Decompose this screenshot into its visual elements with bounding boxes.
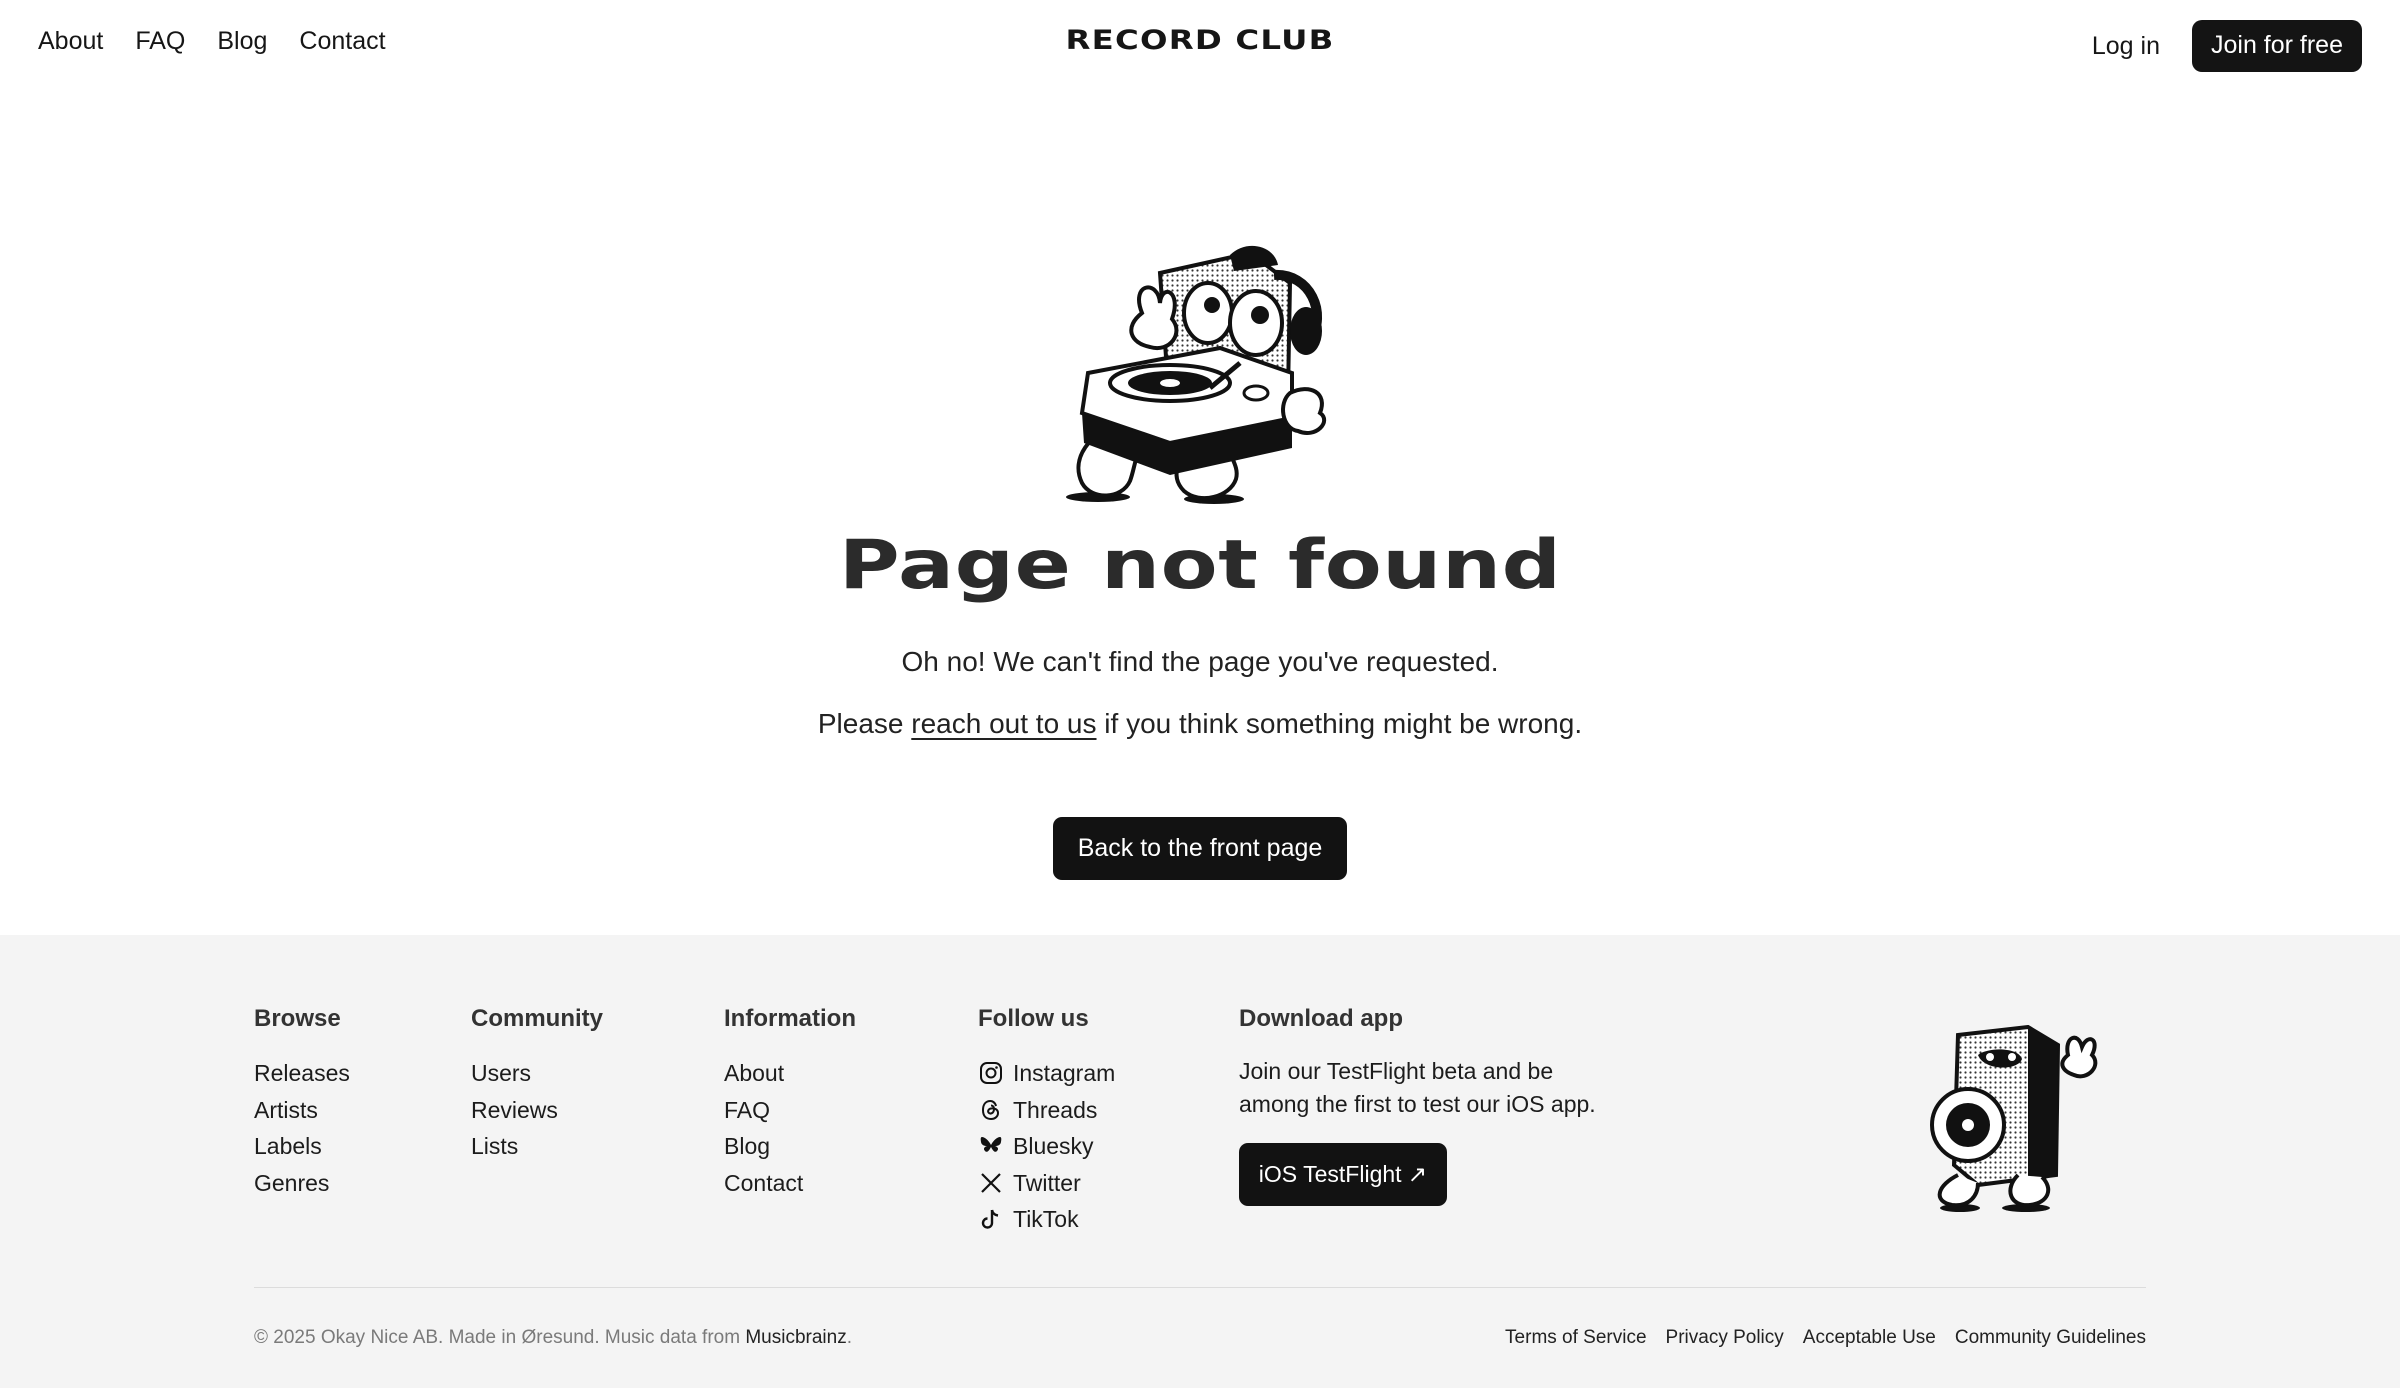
terms-of-service-link[interactable]: Terms of Service: [1505, 1327, 1646, 1349]
testflight-description: Join our TestFlight beta and be among th…: [1239, 1058, 1596, 1117]
footer-link-genres[interactable]: Genres: [254, 1165, 329, 1202]
footer-follow-heading: Follow us: [978, 1005, 1089, 1032]
twitter-x-icon: [978, 1170, 1003, 1195]
footer-information-column: Information About FAQ Blog Contact: [724, 1005, 856, 1201]
footer-link-users[interactable]: Users: [471, 1055, 531, 1092]
copyright-end: .: [846, 1327, 852, 1348]
footer-link-instagram[interactable]: Instagram: [1013, 1055, 1115, 1092]
bluesky-icon: [978, 1134, 1003, 1159]
turntable-mascot-illustration: [1066, 245, 1327, 504]
footer-link-contact[interactable]: Contact: [724, 1165, 803, 1202]
footer-link-lists[interactable]: Lists: [471, 1128, 518, 1165]
footer-link-reviews[interactable]: Reviews: [471, 1092, 558, 1129]
footer-link-blog[interactable]: Blog: [724, 1128, 770, 1165]
nav-faq-link[interactable]: FAQ: [135, 27, 185, 56]
footer-link-threads[interactable]: Threads: [1013, 1092, 1097, 1129]
threads-icon: [978, 1097, 1003, 1122]
site-footer: Browse Releases Artists Labels Genres Co…: [0, 935, 2400, 1388]
footer-community-heading: Community: [471, 1005, 603, 1032]
community-guidelines-link[interactable]: Community Guidelines: [1955, 1327, 2146, 1349]
footer-link-artists[interactable]: Artists: [254, 1092, 318, 1129]
tiktok-icon: [978, 1207, 1003, 1232]
footer-follow-column: Follow us Instagram Threads Bluesky Twit…: [978, 1005, 1115, 1238]
legal-links: Terms of Service Privacy Policy Acceptab…: [1505, 1327, 2146, 1349]
footer-divider: [254, 1287, 2146, 1288]
footer-link-releases[interactable]: Releases: [254, 1055, 350, 1092]
footer-browse-column: Browse Releases Artists Labels Genres: [254, 1005, 350, 1201]
login-link[interactable]: Log in: [2092, 32, 2160, 61]
not-found-message: Oh no! We can't find the page you've req…: [901, 646, 1499, 677]
footer-browse-heading: Browse: [254, 1005, 341, 1032]
acceptable-use-link[interactable]: Acceptable Use: [1803, 1327, 1936, 1349]
footer-community-column: Community Users Reviews Lists: [471, 1005, 603, 1165]
contact-hint: Please reach out to us if you think some…: [0, 708, 2400, 740]
contact-hint-after: if you think something might be wrong.: [1096, 708, 1583, 739]
musicbrainz-link[interactable]: Musicbrainz: [745, 1327, 846, 1348]
back-to-front-page-button[interactable]: Back to the front page: [1053, 817, 1347, 880]
page-title-text: Page not found: [838, 526, 1562, 605]
account-actions: Log in Join for free: [2092, 20, 2362, 72]
join-button[interactable]: Join for free: [2191, 20, 2362, 72]
contact-hint-before: Please: [817, 708, 912, 739]
ios-testflight-button[interactable]: iOS TestFlight ↗: [1239, 1143, 1447, 1206]
privacy-policy-link[interactable]: Privacy Policy: [1666, 1327, 1784, 1349]
footer-link-faq[interactable]: FAQ: [724, 1092, 770, 1129]
top-navigation-bar: About FAQ Blog Contact RECORD CLUB Log i…: [0, 0, 2400, 88]
nav-about-link[interactable]: About: [38, 27, 103, 56]
footer-link-labels[interactable]: Labels: [254, 1128, 322, 1165]
footer-download-column: Download app Join our TestFlight beta an…: [1239, 1005, 1619, 1206]
not-found-section: Page not found Oh no! We can't find the …: [0, 88, 2400, 935]
footer-link-tiktok[interactable]: TikTok: [1013, 1201, 1079, 1238]
copyright-text: © 2025 Okay Nice AB. Made in Øresund. Mu…: [254, 1327, 746, 1348]
copyright-notice: © 2025 Okay Nice AB. Made in Øresund. Mu…: [254, 1327, 852, 1349]
footer-link-bluesky[interactable]: Bluesky: [1013, 1128, 1094, 1165]
reach-out-link[interactable]: reach out to us: [911, 708, 1096, 739]
instagram-icon: [978, 1061, 1003, 1086]
speaker-mascot-illustration: [1930, 1025, 2098, 1212]
footer-link-about[interactable]: About: [724, 1055, 784, 1092]
footer-link-twitter[interactable]: Twitter: [1013, 1165, 1081, 1202]
page-title: Page not found: [0, 526, 2400, 605]
nav-blog-link[interactable]: Blog: [217, 27, 267, 56]
site-logo[interactable]: RECORD CLUB: [1063, 25, 1337, 56]
footer-download-heading: Download app: [1239, 1005, 1403, 1032]
primary-nav: About FAQ Blog Contact: [38, 27, 386, 56]
footer-information-heading: Information: [724, 1005, 856, 1032]
nav-contact-link[interactable]: Contact: [299, 27, 385, 56]
